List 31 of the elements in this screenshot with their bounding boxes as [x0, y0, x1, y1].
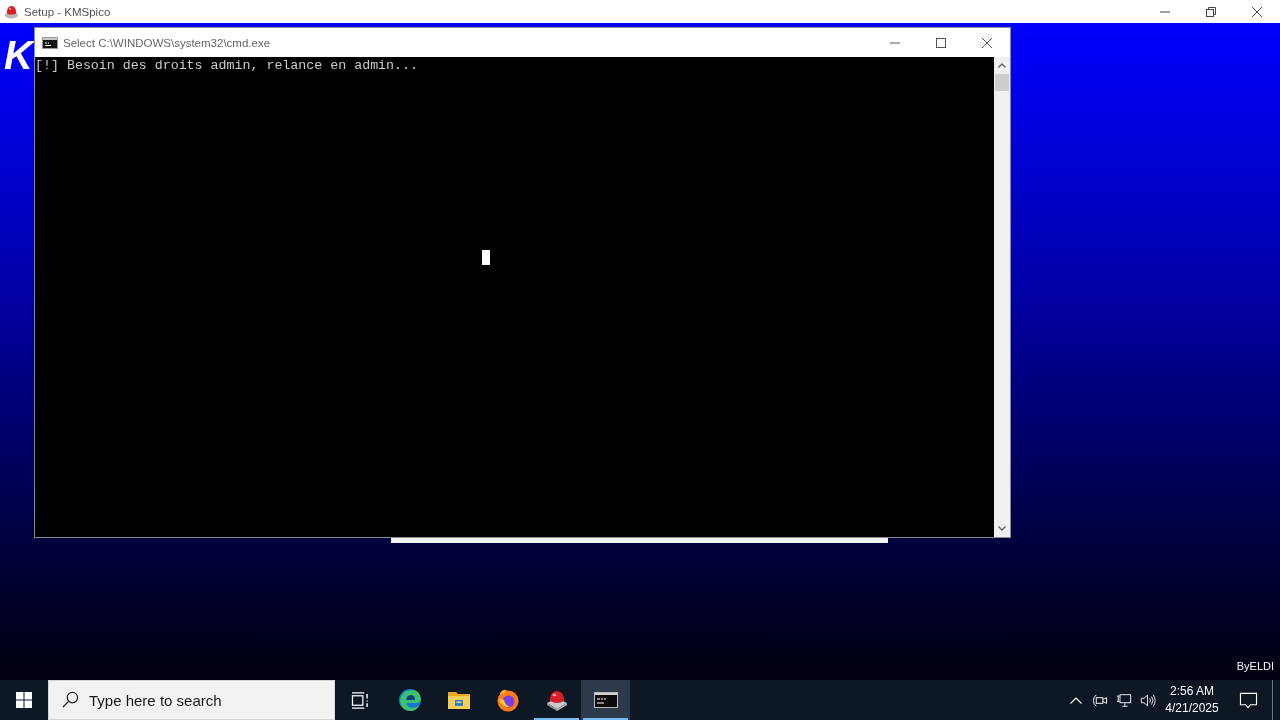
credit-text: ByELDI: [1236, 660, 1274, 673]
fox-browser-icon: [495, 688, 520, 712]
window-title: Setup - KMSpico: [24, 5, 111, 18]
dome-button-icon: [544, 688, 569, 712]
restore-icon: [1206, 6, 1216, 17]
close-icon: [982, 37, 992, 48]
dome-button-icon: [4, 4, 19, 19]
console-line: [!] Besoin des droits admin, relance en admin...: [35, 58, 418, 74]
clock-date: 4/21/2025: [1165, 700, 1219, 717]
terminal-icon: [42, 36, 58, 49]
caret-up-icon: [998, 63, 1006, 68]
speech-bubble-icon: [1238, 691, 1258, 709]
search-field[interactable]: Type here to search: [48, 680, 335, 720]
window-title: Select C:\WINDOWS\system32\cmd.exe: [63, 36, 271, 49]
search-icon: [62, 691, 79, 708]
video-camera-icon: [1092, 692, 1108, 708]
taskbar-app-button[interactable]: [581, 680, 630, 720]
clock-button[interactable]: 2:56 AM 4/21/2025: [1161, 680, 1223, 720]
network-monitor-icon: [1116, 692, 1132, 708]
chevron-up-icon: [1070, 696, 1082, 704]
caret-down-icon: [998, 526, 1006, 531]
scrollbar-thumb[interactable]: [995, 74, 1009, 91]
swirl-browser-icon: [397, 688, 422, 712]
maximize-icon: [936, 37, 946, 48]
clock-time: 2:56 AM: [1170, 683, 1214, 700]
logo-letter: K: [4, 35, 33, 75]
cursor-block: [482, 250, 490, 265]
windows-logo-icon: [16, 692, 32, 708]
close-icon: [1252, 6, 1262, 17]
task-view-icon: [351, 691, 370, 709]
speaker-icon: [1140, 692, 1156, 708]
